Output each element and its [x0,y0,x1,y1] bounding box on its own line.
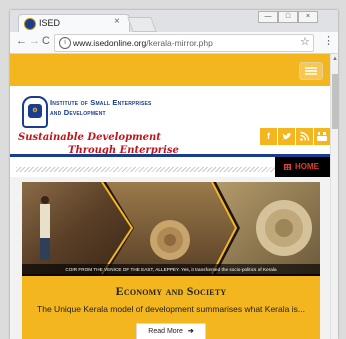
article-title[interactable]: Economy and Society [22,284,320,299]
site-header: ⚙ Institute of Small Enterprises and Dev… [10,86,330,156]
url-domain: www.isedonline.org [73,38,147,48]
arrow-right-icon: ➔ [187,328,194,335]
article-summary: The Unique Kerala model of development s… [37,304,305,314]
browser-window: ISED × — □ × ← → C i www.isedonline.org/… [10,10,338,339]
main-navigation: HOME [10,157,330,177]
tab-strip: ISED × — □ × [10,10,338,33]
org-name-line2: and Development [50,108,106,117]
close-window-button[interactable]: × [298,11,318,23]
site-favicon-icon [24,18,36,30]
browser-tab[interactable]: ISED × [18,14,130,33]
rss-icon[interactable] [296,128,313,145]
hamburger-menu-icon[interactable] [299,62,323,80]
tab-title: ISED [39,18,61,28]
scroll-up-arrow-icon[interactable]: ▲ [332,56,338,62]
page-scrollbar[interactable]: ▲ [330,54,338,339]
forward-arrow-icon[interactable]: → [29,35,40,47]
read-more-label: Read More [148,328,183,335]
back-arrow-icon[interactable]: ← [16,35,27,47]
decorative-hatch [16,167,276,172]
url-path: /kerala-mirror.php [146,38,213,48]
reload-icon[interactable]: C [42,35,50,47]
minimize-button[interactable]: — [258,11,278,23]
bookmark-star-icon[interactable]: ☆ [300,35,310,48]
article-card: Economy and Society The Unique Kerala mo… [22,276,320,339]
facebook-icon[interactable]: f [260,128,277,145]
new-tab-button[interactable] [127,17,157,32]
ised-logo[interactable]: ⚙ [22,96,48,128]
home-icon [283,157,292,185]
site-top-bar [10,54,330,86]
hero-caption: COIR FROM THE VENICE OF THE EAST, ALLEPP… [65,267,277,272]
browser-menu-icon[interactable]: ⋮ [323,34,334,47]
organization-name[interactable]: Institute of Small Enterprises and Devel… [50,98,152,118]
maximize-button[interactable]: □ [278,11,298,23]
tagline-line1: Sustainable Development [18,132,161,143]
info-icon[interactable]: i [59,37,71,49]
page-viewport: ⚙ Institute of Small Enterprises and Dev… [10,54,338,339]
tab-close-icon[interactable]: × [114,16,120,27]
address-bar[interactable]: i www.isedonline.org/kerala-mirror.php ☆ [54,34,314,52]
hero-photo-collage [22,182,320,276]
scrollbar-thumb[interactable] [332,74,338,129]
home-label: HOME [295,162,319,171]
logo-emblem-icon: ⚙ [28,104,42,118]
read-more-button[interactable]: Read More ➔ [136,323,206,339]
hero-image-banner[interactable]: COIR FROM THE VENICE OF THE EAST, ALLEPP… [22,182,320,276]
home-nav-button[interactable]: HOME [275,157,330,177]
url-text: www.isedonline.org/kerala-mirror.php [73,38,213,48]
browser-toolbar: ← → C i www.isedonline.org/kerala-mirror… [10,32,338,54]
youtube-icon[interactable] [314,128,330,145]
org-name-line1: Institute of Small Enterprises [50,98,152,107]
twitter-icon[interactable] [278,128,295,145]
